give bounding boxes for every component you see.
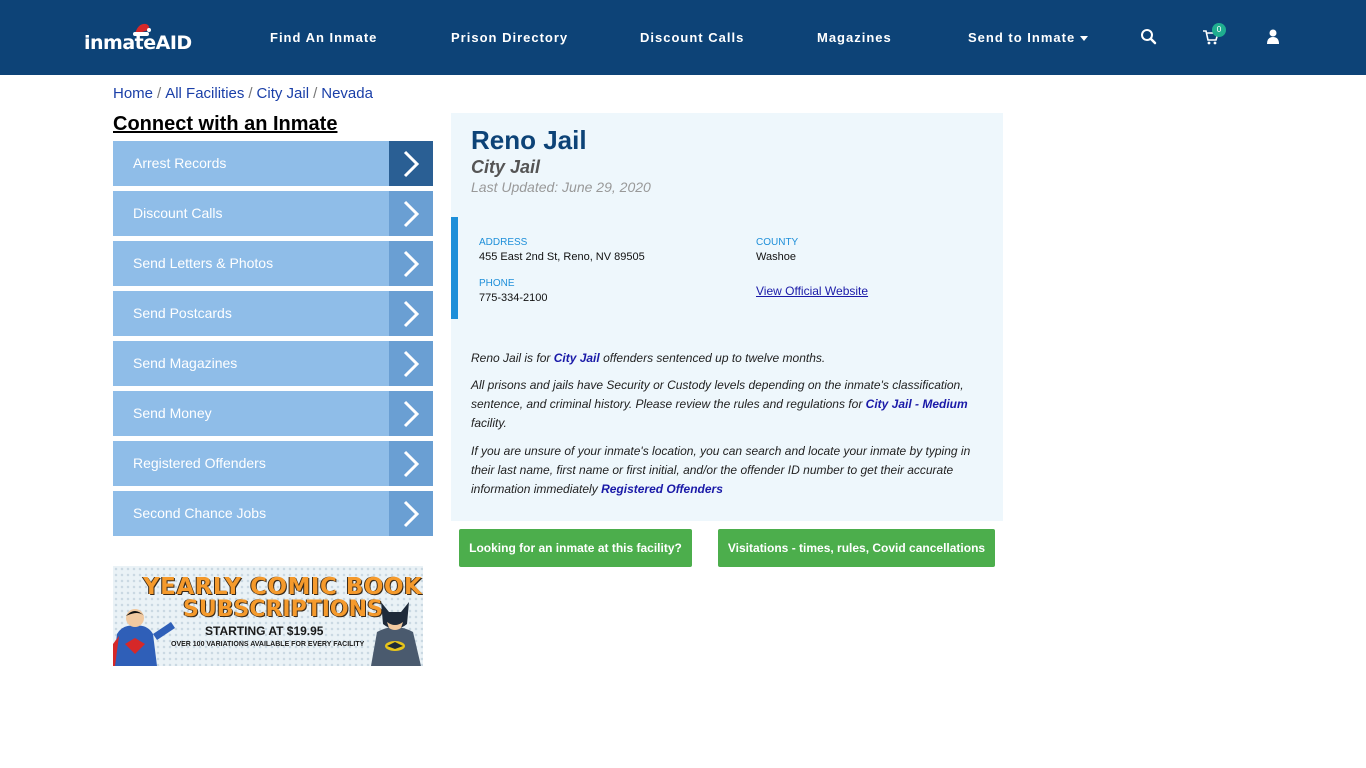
- sidebar-item-label: Send Money: [133, 405, 212, 421]
- chevron-right-icon: [389, 241, 433, 286]
- sidebar-item-send-postcards[interactable]: Send Postcards: [113, 291, 433, 336]
- sidebar-title: Connect with an Inmate: [113, 113, 338, 135]
- description-paragraph-1: Reno Jail is for City Jail offenders sen…: [471, 349, 981, 368]
- city-jail-medium-link[interactable]: City Jail - Medium: [866, 397, 968, 411]
- nav-find-inmate[interactable]: Find An Inmate: [270, 30, 377, 45]
- banner-fineprint: OVER 100 VARIATIONS AVAILABLE FOR EVERY …: [171, 641, 365, 648]
- breadcrumb-home[interactable]: Home: [113, 85, 153, 102]
- nav-prison-directory[interactable]: Prison Directory: [451, 30, 568, 45]
- breadcrumb-city-jail[interactable]: City Jail: [257, 85, 310, 102]
- facility-info-box: ADDRESS 455 East 2nd St, Reno, NV 89505 …: [451, 217, 1003, 319]
- search-icon[interactable]: [1140, 28, 1158, 46]
- sidebar-item-send-money[interactable]: Send Money: [113, 391, 433, 436]
- comic-subscription-banner[interactable]: YEARLY COMIC BOOK SUBSCRIPTIONS STARTING…: [113, 566, 423, 666]
- sidebar-item-arrest-records[interactable]: Arrest Records: [113, 141, 433, 186]
- sidebar-item-label: Send Letters & Photos: [133, 255, 274, 271]
- sidebar-item-second-chance-jobs[interactable]: Second Chance Jobs: [113, 491, 433, 536]
- looking-for-inmate-button[interactable]: Looking for an inmate at this facility?: [459, 529, 692, 567]
- facility-type: City Jail: [471, 157, 541, 177]
- facility-panel: Reno Jail City Jail Last Updated: June 2…: [451, 113, 1003, 521]
- chevron-right-icon: [389, 141, 433, 186]
- logo-text: inmateAID: [84, 32, 192, 54]
- sidebar-item-label: Send Postcards: [133, 305, 232, 321]
- caret-down-icon: [1080, 36, 1089, 42]
- breadcrumb: Home / All Facilities / City Jail / Nevada: [113, 85, 373, 102]
- nav-discount-calls[interactable]: Discount Calls: [640, 30, 744, 45]
- sidebar-item-send-letters-photos[interactable]: Send Letters & Photos: [113, 241, 433, 286]
- facility-name: Reno Jail: [471, 125, 587, 155]
- top-navbar: inmateAID Find An Inmate Prison Director…: [0, 0, 1366, 75]
- sidebar-item-label: Registered Offenders: [133, 455, 266, 471]
- breadcrumb-separator: /: [248, 85, 253, 102]
- phone-value: 775-334-2100: [479, 292, 548, 304]
- cart-count-badge: 0: [1212, 23, 1226, 37]
- address-label: ADDRESS: [479, 237, 528, 248]
- sidebar-item-send-magazines[interactable]: Send Magazines: [113, 341, 433, 386]
- registered-offenders-link[interactable]: Registered Offenders: [601, 482, 723, 496]
- breadcrumb-all-facilities[interactable]: All Facilities: [165, 85, 244, 102]
- breadcrumb-separator: /: [313, 85, 318, 102]
- county-value: Washoe: [756, 251, 796, 263]
- nav-send-to-inmate[interactable]: Send to Inmate: [968, 30, 1089, 45]
- phone-label: PHONE: [479, 278, 515, 289]
- sidebar-item-label: Second Chance Jobs: [133, 505, 267, 521]
- address-value: 455 East 2nd St, Reno, NV 89505: [479, 251, 645, 263]
- sidebar-item-label: Arrest Records: [133, 155, 227, 171]
- county-label: COUNTY: [756, 237, 799, 248]
- banner-price: STARTING AT $19.95: [205, 624, 324, 638]
- sidebar-item-registered-offenders[interactable]: Registered Offenders: [113, 441, 433, 486]
- info-accent-bar: [451, 217, 458, 319]
- banner-subheadline: SUBSCRIPTIONS: [183, 597, 383, 622]
- superhero-illustration: [113, 609, 175, 666]
- breadcrumb-nevada[interactable]: Nevada: [321, 85, 373, 102]
- chevron-right-icon: [389, 391, 433, 436]
- user-icon[interactable]: [1264, 28, 1282, 46]
- site-logo[interactable]: inmateAID: [84, 22, 192, 56]
- chevron-right-icon: [389, 491, 433, 536]
- official-website-link[interactable]: View Official Website: [756, 284, 868, 298]
- description-paragraph-2: All prisons and jails have Security or C…: [471, 376, 981, 433]
- sidebar-item-label: Discount Calls: [133, 205, 223, 221]
- chevron-right-icon: [389, 341, 433, 386]
- last-updated: Last Updated: June 29, 2020: [471, 179, 651, 195]
- nav-send-to-inmate-label: Send to Inmate: [968, 30, 1076, 45]
- visitations-button[interactable]: Visitations - times, rules, Covid cancel…: [718, 529, 995, 567]
- description-paragraph-3: If you are unsure of your inmate's locat…: [471, 442, 981, 499]
- breadcrumb-separator: /: [157, 85, 162, 102]
- nav-magazines[interactable]: Magazines: [817, 30, 892, 45]
- desc1-text-end: offenders sentenced up to twelve months.: [599, 351, 826, 365]
- desc2-text-end: facility.: [471, 416, 507, 430]
- sidebar-item-label: Send Magazines: [133, 355, 238, 371]
- chevron-right-icon: [389, 441, 433, 486]
- chevron-right-icon: [389, 191, 433, 236]
- desc1-text: Reno Jail is for: [471, 351, 554, 365]
- city-jail-link[interactable]: City Jail: [554, 351, 600, 365]
- chevron-right-icon: [389, 291, 433, 336]
- sidebar-menu: Arrest Records Discount Calls Send Lette…: [113, 141, 433, 541]
- sidebar-item-discount-calls[interactable]: Discount Calls: [113, 191, 433, 236]
